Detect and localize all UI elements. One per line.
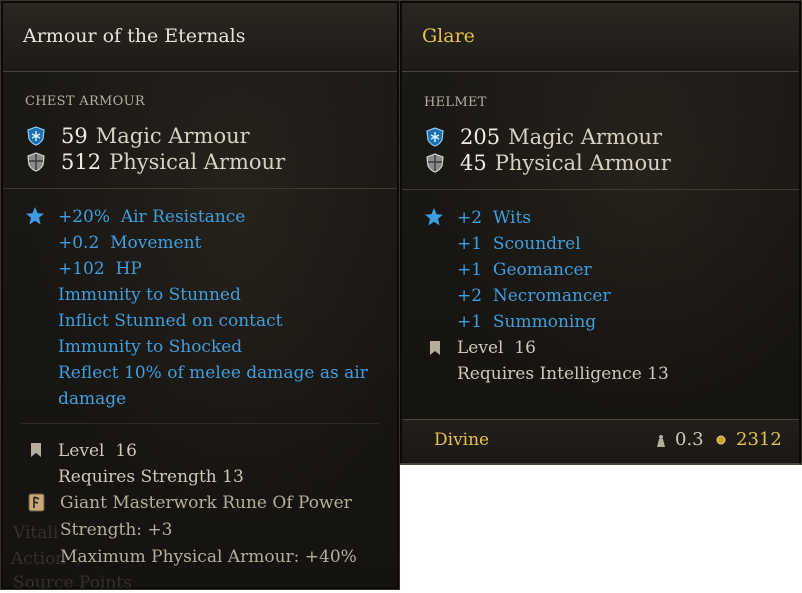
effect-inflict-stunned: Inflict Stunned on contact <box>58 311 283 331</box>
effect-reflect-damage: Reflect 10% of melee damage as air damag… <box>58 363 368 409</box>
star-icon <box>26 207 44 225</box>
divider <box>3 188 397 189</box>
physical-armour-label: Physical Armour <box>494 151 671 175</box>
stat-summoning: +1 Summoning <box>457 312 597 332</box>
title-bar: Glare <box>402 3 799 72</box>
item-category: HELMET <box>424 95 487 110</box>
magic-armour-value: 205 <box>460 125 501 149</box>
physical-armour-row: 45 Physical Armour <box>426 150 671 176</box>
background-text: Action <box>11 549 67 569</box>
stat-movement: +0.2 Movement <box>58 233 202 253</box>
level: Level 16 <box>457 338 536 358</box>
level: Level 16 <box>58 441 137 461</box>
item-category: CHEST ARMOUR <box>25 94 145 109</box>
physical-armour-icon <box>27 152 45 172</box>
requirement: Requires Intelligence 13 <box>457 364 669 384</box>
weight-value: 0.3 <box>675 429 704 450</box>
coin-icon <box>716 435 726 445</box>
title-bar: Armour of the Eternals <box>3 3 397 72</box>
magic-armour-label: Magic Armour <box>95 124 250 148</box>
gold-value: 2312 <box>736 429 782 450</box>
magic-armour-value: 59 <box>61 124 88 148</box>
stat-air-resistance: +20% Air Resistance <box>58 207 246 227</box>
physical-armour-row: 512 Physical Armour <box>27 149 285 175</box>
rarity-label: Divine <box>434 430 490 450</box>
physical-armour-label: Physical Armour <box>109 150 286 174</box>
stat-geomancer: +1 Geomancer <box>457 260 592 280</box>
rune-icon <box>28 493 45 512</box>
stat-hp: +102 HP <box>58 259 142 279</box>
rune-name: Giant Masterwork Rune Of Power <box>60 493 352 513</box>
bookmark-icon <box>430 341 440 355</box>
effect-immunity-stunned: Immunity to Stunned <box>58 285 241 305</box>
magic-armour-icon <box>426 127 444 147</box>
footer-bar: Divine 0.3 2312 <box>402 419 799 463</box>
tooltip-helmet: Glare HELMET 205 Magic Armour 45 Physica… <box>399 0 802 465</box>
stat-wits: +2 Wits <box>457 208 532 228</box>
weight-icon <box>657 435 665 447</box>
item-title: Glare <box>422 25 475 47</box>
background-text: Vitali <box>13 523 59 543</box>
divider <box>21 423 379 424</box>
stat-necromancer: +2 Necromancer <box>457 286 611 306</box>
physical-armour-value: 45 <box>460 151 487 175</box>
tooltip-chest-armour: Armour of the Eternals CHEST ARMOUR 59 M… <box>0 0 400 593</box>
bookmark-icon <box>31 443 41 457</box>
magic-armour-label: Magic Armour <box>508 125 663 149</box>
requirement: Requires Strength 13 <box>58 467 244 487</box>
physical-armour-icon <box>426 153 444 173</box>
item-title: Armour of the Eternals <box>23 25 246 47</box>
physical-armour-value: 512 <box>61 150 102 174</box>
stat-scoundrel: +1 Scoundrel <box>457 234 581 254</box>
rune-bonus-strength: Strength: +3 <box>60 520 173 540</box>
magic-armour-row: 205 Magic Armour <box>426 124 662 150</box>
magic-armour-row: 59 Magic Armour <box>27 123 250 149</box>
divider <box>402 189 799 190</box>
magic-armour-icon <box>27 126 45 146</box>
rune-bonus-physical-armour: Maximum Physical Armour: +40% <box>60 547 357 567</box>
background-text: Source Points <box>13 573 132 593</box>
star-icon <box>425 208 443 226</box>
effect-immunity-shocked: Immunity to Shocked <box>58 337 243 357</box>
